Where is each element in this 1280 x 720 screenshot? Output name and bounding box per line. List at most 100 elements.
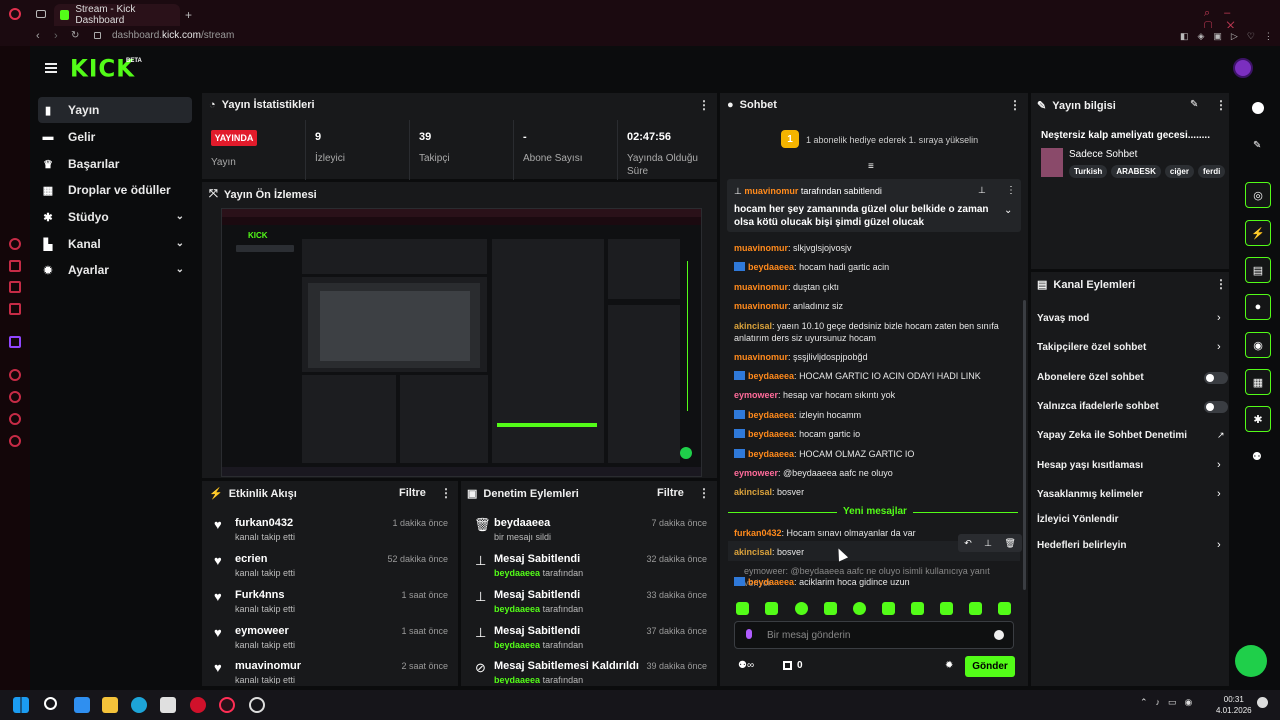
chevron-right-icon[interactable]: › [1217, 459, 1221, 471]
sidebar-app-icon[interactable] [9, 413, 21, 425]
activity-name[interactable]: Furk4nns [235, 589, 285, 601]
action-raid[interactable]: İzleyici Yönlendir [1037, 514, 1119, 525]
store-icon[interactable] [160, 697, 176, 713]
twitch-icon[interactable] [9, 336, 21, 348]
chat-message[interactable]: beydaaeea: izleyin hocamm [734, 409, 1016, 421]
chat-user[interactable]: beydaaeea [748, 577, 794, 587]
sidebar-app-icon[interactable] [9, 281, 21, 293]
clock[interactable]: 00:31 4.01.2026 [1216, 694, 1252, 716]
moderation-filter-button[interactable]: Filtre [657, 487, 684, 499]
browser-tab-kick[interactable]: Stream - Kick Dashboard [54, 4, 180, 26]
activity-name[interactable]: eymoweer [235, 625, 289, 637]
emote-icon[interactable] [969, 602, 982, 615]
chat-message[interactable]: akincisal: bosver [734, 486, 1016, 498]
activity-more-icon[interactable]: ⋮ [440, 486, 452, 500]
chat-user[interactable]: eymoweer [734, 390, 778, 400]
tag[interactable]: Turkish [1069, 165, 1108, 178]
chat-message[interactable]: beydaaeea: aciklarim hoca gidince uzun [734, 576, 1016, 588]
rail-add-icon[interactable]: ⚉ [1252, 450, 1262, 463]
pinned-more-icon[interactable]: ⋮ [1006, 185, 1016, 196]
obs-icon[interactable] [249, 697, 265, 713]
chat-user[interactable]: beydaaeea [748, 371, 794, 381]
moderation-name[interactable]: Mesaj Sabitlendi [494, 589, 580, 601]
support-icon[interactable] [1235, 645, 1267, 677]
chat-user[interactable]: beydaaeea [748, 429, 794, 439]
sidebar-app-icon[interactable] [9, 369, 21, 381]
chat-message[interactable]: muavinomur: slkjvglsjojvosjv [734, 242, 1016, 254]
tab-manager-icon[interactable] [36, 10, 46, 18]
chat-user[interactable]: beydaaeea [748, 410, 794, 420]
new-tab-icon[interactable]: + [185, 8, 192, 22]
emote-icon[interactable] [998, 602, 1011, 615]
chat-message[interactable]: beydaaeea: hocam hadi gartic acin [734, 261, 1016, 273]
emote-icon[interactable] [824, 602, 837, 615]
sidebar-app-icon[interactable] [9, 238, 21, 250]
unpin-icon[interactable]: ⊥ [978, 185, 986, 196]
notification-icon[interactable] [1257, 697, 1268, 708]
rail-button-camera[interactable]: ◎ [1245, 182, 1271, 208]
activity-name[interactable]: furkan0432 [235, 517, 293, 529]
action-ai-moderation[interactable]: Yapay Zeka ile Sohbet Denetimi [1037, 430, 1187, 441]
tag[interactable]: ARABESK [1111, 165, 1161, 178]
stream-preview[interactable]: KICK [221, 208, 702, 477]
sidebar-app-icon[interactable] [9, 435, 21, 447]
windows-start-icon[interactable] [13, 697, 29, 713]
chat-message[interactable]: eymoweer: hesap var hocam sıkıntı yok [734, 389, 1016, 401]
chat-user[interactable]: muavinomur [734, 243, 788, 253]
chat-settings-icon[interactable]: ✹ [945, 660, 953, 671]
chevron-right-icon[interactable]: › [1217, 341, 1221, 353]
emote-icon[interactable] [765, 602, 778, 615]
pencil-icon[interactable]: ✎ [1253, 140, 1261, 151]
chat-user[interactable]: akincisal [734, 321, 772, 331]
menu-icon[interactable] [45, 63, 57, 73]
users-icon[interactable]: ⚉∞ [738, 660, 754, 671]
opera-icon[interactable] [9, 8, 21, 20]
chat-message[interactable]: muavinomur: anladınız siz [734, 300, 1016, 312]
sidebar-app-icon[interactable] [9, 391, 21, 403]
chat-message[interactable]: beydaaeea: hocam gartic io [734, 428, 1016, 440]
category-thumbnail[interactable] [1041, 148, 1063, 177]
edge-icon[interactable] [131, 697, 147, 713]
nav-item-yayin[interactable]: ▮ Yayın [38, 97, 192, 123]
action-subs-only[interactable]: Abonelere özel sohbet [1037, 372, 1144, 383]
chat-user[interactable]: eymoweer [734, 468, 778, 478]
send-button[interactable]: Gönder [965, 656, 1015, 677]
gift-icon[interactable] [783, 661, 792, 670]
sidebar-app-icon[interactable] [9, 303, 21, 315]
forward-icon[interactable]: › [54, 30, 58, 42]
action-slow-mode[interactable]: Yavaş mod [1037, 313, 1089, 324]
nav-item-kanal[interactable]: ▙ Kanal ⌄ [38, 231, 192, 257]
moderation-more-icon[interactable]: ⋮ [698, 486, 710, 500]
rail-button-bolt[interactable]: ⚡ [1245, 220, 1271, 246]
subs-only-toggle[interactable] [1204, 372, 1228, 384]
avatar[interactable] [1233, 58, 1253, 78]
action-goals[interactable]: Hedefleri belirleyin [1037, 540, 1126, 551]
edit-icon[interactable]: ✎ [1190, 99, 1198, 110]
chat-message[interactable]: beydaaeea: HOCAM OLMAZ GARTIC IO [734, 448, 1016, 460]
rail-button-list[interactable]: ▤ [1245, 257, 1271, 283]
nav-item-studyo[interactable]: ✱ Stüdyo ⌄ [38, 204, 192, 230]
emote-icon[interactable] [882, 602, 895, 615]
search-icon[interactable] [44, 697, 57, 710]
chat-user[interactable]: furkan0432 [734, 528, 782, 538]
external-link-icon[interactable]: ↗ [1217, 430, 1225, 441]
chat-message[interactable]: beydaaeea: HOCAM GARTIC IO ACIN ODAYI HA… [734, 370, 1016, 382]
chevron-right-icon[interactable]: › [1217, 488, 1221, 500]
chat-message[interactable]: eymoweer: @beydaaeea aafc ne oluyo [734, 467, 1016, 479]
moderation-user-name[interactable]: beydaaeea [494, 640, 540, 650]
task-view-icon[interactable] [74, 697, 90, 713]
url-field[interactable]: dashboard.kick.com/stream [112, 30, 234, 41]
action-followers-only[interactable]: Takipçilere özel sohbet [1037, 342, 1146, 353]
emoji-icon[interactable] [994, 630, 1004, 640]
moderation-user-name[interactable]: beydaaeea [494, 604, 540, 614]
rail-button-broadcast[interactable]: ◉ [1245, 332, 1271, 358]
tray-icons[interactable]: ⌃♪▭◉ [1140, 697, 1200, 708]
emote-only-toggle[interactable] [1204, 401, 1228, 413]
activity-name[interactable]: muavinomur [235, 660, 301, 672]
chat-user[interactable]: beydaaeea [748, 449, 794, 459]
tag[interactable]: ferdi [1198, 165, 1225, 178]
gift-banner[interactable]: 1 abonelik hediye ederek 1. sıraya yükse… [806, 135, 978, 145]
chat-user[interactable]: muavinomur [734, 352, 788, 362]
nav-item-basarilar[interactable]: ♛ Başarılar [38, 151, 192, 177]
back-icon[interactable]: ‹ [36, 30, 40, 42]
